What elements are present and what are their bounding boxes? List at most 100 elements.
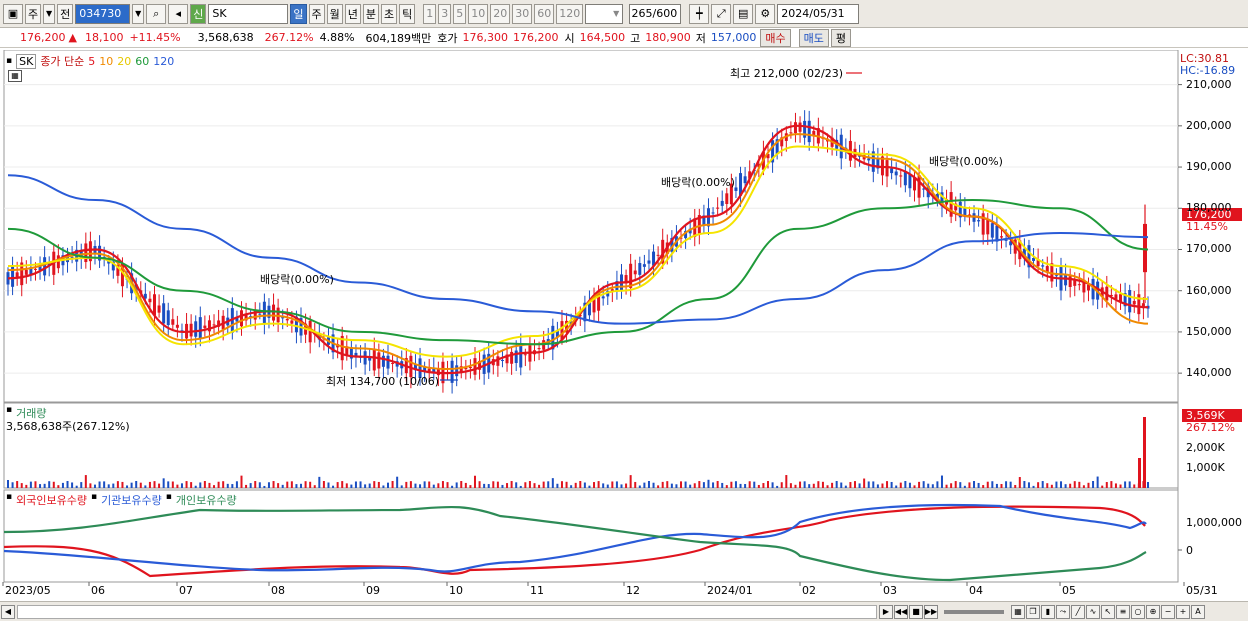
price-tick-label: 180,000 [1186,201,1232,215]
period-tick-button[interactable]: 틱 [399,3,416,24]
eval-button[interactable]: 평 [830,28,852,47]
dividend-annotation-3: 배당락(0.00%) [929,155,1003,168]
speaker-icon[interactable]: ◂ [168,3,189,24]
zoom-in-icon[interactable]: ⊕ [1146,604,1160,619]
cursor-icon[interactable]: ↖ [1101,604,1115,619]
zoom-slider[interactable] [944,609,1004,614]
volume-bar [844,485,847,488]
scroll-left-icon[interactable]: ◀ [1,604,15,619]
volume-bar [84,475,87,488]
period-minute-button[interactable]: 분 [362,3,379,24]
period-second-button[interactable]: 초 [381,3,398,24]
plus-icon[interactable]: + [1176,604,1190,619]
interval-20-button[interactable]: 20 [490,3,511,24]
volume-bar [167,481,170,488]
volume-bar [1009,481,1012,488]
trend-icon[interactable]: ⤳ [1056,604,1070,619]
count-input[interactable]: 265/600 [629,3,682,24]
period-main-button[interactable]: 주 [25,3,42,24]
period-week-button[interactable]: 주 [308,3,325,24]
volume-bar [25,484,28,488]
interval-60-button[interactable]: 60 [534,3,555,24]
volume-bar [300,483,303,488]
price-tick-label: 210,000 [1186,77,1232,91]
volume-bar [684,481,687,488]
volume-bar [464,482,467,488]
high-label: 고 [630,31,641,45]
period-prev-button[interactable]: 전 [57,3,74,24]
volume-bar [473,475,476,488]
gear-icon[interactable]: ⚙ [755,3,776,24]
grid-icon[interactable]: ▦ [1011,604,1025,619]
text-tool-icon[interactable]: A [1191,604,1205,619]
buy-button[interactable]: 매수 [760,28,791,47]
line-icon[interactable]: ╱ [1071,604,1085,619]
table-icon[interactable]: ▦ [8,70,22,82]
chart-type-icon[interactable]: ▮ [1041,604,1055,619]
panel-close-icon[interactable]: ▪ [6,56,12,66]
search-icon[interactable]: ⌕ [146,3,167,24]
interval-120-button[interactable]: 120 [556,3,584,24]
volume-bar [670,483,673,488]
scroll-track[interactable] [17,604,877,619]
panel-close-icon[interactable]: ▪ [6,492,12,508]
interval-5-button[interactable]: 5 [453,3,467,24]
candle-body [977,220,981,222]
stop-icon[interactable]: ■ [909,604,923,619]
volume-bar [43,483,46,488]
volume-bar [318,476,321,488]
chart-canvas[interactable] [0,50,1248,603]
code-dropdown-icon[interactable]: ▼ [132,3,145,24]
scroll-right-icon[interactable]: ▶ [879,604,893,619]
volume-bar [231,484,234,488]
candle-body [990,223,994,238]
fib-icon[interactable]: ≡ [1116,604,1130,619]
candle-body [734,187,738,191]
candle-body [84,243,88,263]
price-tick-label: 200,000 [1186,118,1232,132]
interval-30-button[interactable]: 30 [512,3,533,24]
candle-icon[interactable]: ┿ [689,3,710,24]
date-input[interactable]: 2024/05/31 [777,3,860,24]
volume-bar [1027,482,1030,488]
volume-bar [1082,485,1085,488]
volume-value: 3,568,638주(267.12%) [6,420,130,433]
candle-body [290,320,294,324]
volume-bar [483,483,486,488]
candle-body [638,263,642,275]
last-candle-body [1143,223,1147,273]
candle-body [43,257,47,276]
period-day-button[interactable]: 일 [290,3,307,24]
volume-bar [606,484,609,488]
chevron-down-icon[interactable]: ▼ [43,3,56,24]
stock-name-field[interactable]: SK [208,3,289,24]
credit-badge[interactable]: 신 [190,3,207,24]
rewind-icon[interactable]: ◀◀ [894,604,908,619]
period-year-button[interactable]: 년 [344,3,361,24]
volume-bar [620,484,623,488]
volume-bar [1133,484,1136,488]
candle-body [148,298,152,303]
save-icon[interactable]: ▤ [733,3,754,24]
candle-body [629,263,633,288]
wave-icon[interactable]: ∿ [1086,604,1100,619]
layout-icon[interactable]: ▣ [3,3,23,24]
volume-bar [199,482,202,488]
interval-10-button[interactable]: 10 [468,3,489,24]
stock-code-input[interactable]: 034730 [75,3,131,24]
interval-1-button[interactable]: 1 [423,3,437,24]
candle-body [999,236,1003,238]
period-month-button[interactable]: 월 [326,3,343,24]
minus-icon[interactable]: − [1161,604,1175,619]
circle-icon[interactable]: ○ [1131,604,1145,619]
volume-bar [744,484,747,488]
draw-icon[interactable]: ⤢ [711,3,732,24]
x-tick-label: 2024/01 [707,584,753,597]
copy-icon[interactable]: ❐ [1026,604,1040,619]
sell-button[interactable]: 매도 [798,28,829,47]
fast-forward-icon[interactable]: ▶▶ [924,604,938,619]
interval-3-button[interactable]: 3 [438,3,452,24]
volume-bar [831,482,834,488]
interval-select[interactable]: ▼ [585,3,624,24]
volume-bar [977,482,980,488]
